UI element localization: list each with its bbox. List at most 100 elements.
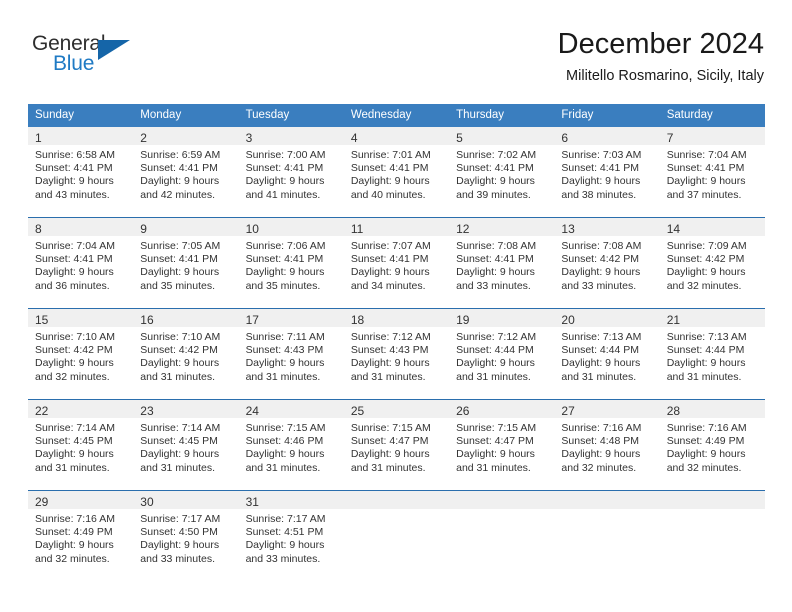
day-cell-inner: 8 Sunrise: 7:04 AM Sunset: 4:41 PM Daylight… bbox=[28, 218, 134, 302]
daylight-text-line2: and 31 minutes. bbox=[140, 370, 215, 383]
day-cell-inner: 6 Sunrise: 7:03 AM Sunset: 4:41 PM Daylight… bbox=[554, 127, 660, 211]
calendar-week-row: 22 Sunrise: 7:14 AM Sunset: 4:45 PM Dayligh… bbox=[28, 399, 765, 484]
day-cell-inner bbox=[554, 491, 660, 575]
calendar-day-cell[interactable]: 18 Sunrise: 7:12 AM Sunset: 4:43 PM Dayligh… bbox=[343, 308, 450, 393]
sunrise-text: Sunrise: 7:16 AM bbox=[666, 422, 747, 434]
day-details: Sunrise: 7:03 AM Sunset: 4:41 PM Daylight:… bbox=[554, 145, 659, 202]
day-cell-inner: 18 Sunrise: 7:12 AM Sunset: 4:43 PM Dayligh… bbox=[343, 309, 450, 393]
triangle-logo-icon bbox=[98, 40, 130, 60]
day-number: 14 bbox=[659, 218, 765, 236]
calendar-day-cell[interactable]: 14 Sunrise: 7:09 AM Sunset: 4:42 PM Dayligh… bbox=[659, 217, 765, 302]
daylight-text-line2: and 31 minutes. bbox=[350, 461, 426, 474]
day-cell-inner: 22 Sunrise: 7:14 AM Sunset: 4:45 PM Dayligh… bbox=[28, 400, 134, 484]
calendar-day-cell[interactable]: 26 Sunrise: 7:15 AM Sunset: 4:47 PM Dayligh… bbox=[449, 399, 555, 484]
calendar-day-cell[interactable]: 17 Sunrise: 7:11 AM Sunset: 4:43 PM Dayligh… bbox=[238, 308, 344, 393]
day-number: 3 bbox=[238, 127, 344, 145]
day-details: Sunrise: 7:02 AM Sunset: 4:41 PM Daylight:… bbox=[449, 145, 554, 202]
calendar-day-cell[interactable]: 13 Sunrise: 7:08 AM Sunset: 4:42 PM Dayligh… bbox=[554, 217, 660, 302]
calendar-day-cell[interactable]: 4 Sunrise: 7:01 AM Sunset: 4:41 PM Daylight… bbox=[343, 127, 450, 211]
day-number: 23 bbox=[133, 400, 239, 418]
sunset-text: Sunset: 4:47 PM bbox=[456, 435, 534, 448]
sunrise-text: Sunrise: 7:14 AM bbox=[140, 422, 221, 434]
weekday-header-monday: Monday bbox=[133, 104, 239, 127]
day-cell-inner: 7 Sunrise: 7:04 AM Sunset: 4:41 PM Daylight… bbox=[659, 127, 765, 211]
day-cell-inner: 2 Sunrise: 6:59 AM Sunset: 4:41 PM Daylight… bbox=[133, 127, 239, 211]
day-details: Sunrise: 7:17 AM Sunset: 4:51 PM Daylight:… bbox=[239, 509, 344, 566]
day-cell-inner: 29 Sunrise: 7:16 AM Sunset: 4:49 PM Dayligh… bbox=[28, 491, 134, 575]
day-details: Sunrise: 7:04 AM Sunset: 4:41 PM Daylight:… bbox=[660, 145, 765, 202]
daylight-text-line2: and 31 minutes. bbox=[456, 370, 531, 383]
daylight-text-line1: Daylight: 9 hours bbox=[140, 175, 220, 188]
calendar-day-cell[interactable]: 10 Sunrise: 7:06 AM Sunset: 4:41 PM Dayligh… bbox=[238, 217, 344, 302]
calendar-day-cell[interactable]: 24 Sunrise: 7:15 AM Sunset: 4:46 PM Dayligh… bbox=[238, 399, 344, 484]
calendar-day-cell[interactable]: 27 Sunrise: 7:16 AM Sunset: 4:48 PM Dayligh… bbox=[554, 399, 660, 484]
day-number: 26 bbox=[449, 400, 555, 418]
sunset-text: Sunset: 4:41 PM bbox=[245, 162, 324, 175]
sunset-text: Sunset: 4:41 PM bbox=[456, 253, 534, 266]
general-blue-logo[interactable]: General Blue bbox=[32, 32, 142, 84]
calendar-day-cell[interactable]: 5 Sunrise: 7:02 AM Sunset: 4:41 PM Daylight… bbox=[449, 127, 555, 211]
day-details: Sunrise: 7:08 AM Sunset: 4:42 PM Daylight:… bbox=[554, 236, 659, 293]
weekday-header-sunday: Sunday bbox=[28, 104, 134, 127]
calendar-day-cell[interactable]: 2 Sunrise: 6:59 AM Sunset: 4:41 PM Daylight… bbox=[133, 127, 239, 211]
calendar-day-cell[interactable]: 19 Sunrise: 7:12 AM Sunset: 4:44 PM Dayligh… bbox=[449, 308, 555, 393]
calendar-day-cell[interactable]: 7 Sunrise: 7:04 AM Sunset: 4:41 PM Daylight… bbox=[659, 127, 765, 211]
daylight-text-line1: Daylight: 9 hours bbox=[140, 266, 220, 279]
daylight-text-line2: and 32 minutes. bbox=[666, 279, 742, 292]
day-details: Sunrise: 7:14 AM Sunset: 4:45 PM Daylight:… bbox=[133, 418, 238, 475]
sunset-text: Sunset: 4:47 PM bbox=[350, 435, 429, 448]
sunset-text: Sunset: 4:51 PM bbox=[245, 526, 324, 539]
day-number bbox=[449, 491, 555, 509]
calendar-day-cell[interactable]: 30 Sunrise: 7:17 AM Sunset: 4:50 PM Dayligh… bbox=[133, 490, 239, 575]
day-number: 6 bbox=[554, 127, 660, 145]
calendar-day-cell[interactable]: 15 Sunrise: 7:10 AM Sunset: 4:42 PM Dayligh… bbox=[28, 308, 134, 393]
daylight-text-line2: and 33 minutes. bbox=[140, 552, 215, 565]
daylight-text-line2: and 32 minutes. bbox=[35, 370, 110, 383]
sunrise-text: Sunrise: 7:08 AM bbox=[456, 240, 537, 252]
calendar-day-cell[interactable]: 28 Sunrise: 7:16 AM Sunset: 4:49 PM Dayligh… bbox=[659, 399, 765, 484]
calendar-day-cell[interactable]: 20 Sunrise: 7:13 AM Sunset: 4:44 PM Dayligh… bbox=[554, 308, 660, 393]
calendar-day-cell[interactable]: 9 Sunrise: 7:05 AM Sunset: 4:41 PM Daylight… bbox=[133, 217, 239, 302]
day-cell-inner: 27 Sunrise: 7:16 AM Sunset: 4:48 PM Dayligh… bbox=[554, 400, 660, 484]
day-cell-inner: 25 Sunrise: 7:15 AM Sunset: 4:47 PM Dayligh… bbox=[343, 400, 450, 484]
daylight-text-line2: and 33 minutes. bbox=[456, 279, 531, 292]
day-number: 19 bbox=[449, 309, 555, 327]
calendar-day-cell[interactable]: 29 Sunrise: 7:16 AM Sunset: 4:49 PM Dayligh… bbox=[28, 490, 134, 575]
calendar-day-cell[interactable]: 22 Sunrise: 7:14 AM Sunset: 4:45 PM Dayligh… bbox=[28, 399, 134, 484]
day-cell-inner bbox=[659, 491, 765, 575]
day-number: 16 bbox=[133, 309, 239, 327]
daylight-text-line1: Daylight: 9 hours bbox=[666, 266, 746, 279]
sunset-text: Sunset: 4:43 PM bbox=[245, 344, 324, 357]
calendar-day-cell[interactable]: 25 Sunrise: 7:15 AM Sunset: 4:47 PM Dayligh… bbox=[343, 399, 450, 484]
daylight-text-line2: and 39 minutes. bbox=[456, 188, 531, 201]
day-cell-inner: 17 Sunrise: 7:11 AM Sunset: 4:43 PM Dayligh… bbox=[238, 309, 344, 393]
calendar-day-cell[interactable]: 31 Sunrise: 7:17 AM Sunset: 4:51 PM Dayligh… bbox=[238, 490, 344, 575]
day-number: 5 bbox=[449, 127, 555, 145]
calendar-day-cell[interactable]: 1 Sunrise: 6:58 AM Sunset: 4:41 PM Daylight… bbox=[28, 127, 134, 211]
calendar-day-cell[interactable]: 16 Sunrise: 7:10 AM Sunset: 4:42 PM Dayligh… bbox=[133, 308, 239, 393]
sunset-text: Sunset: 4:41 PM bbox=[140, 253, 218, 266]
sunset-text: Sunset: 4:45 PM bbox=[35, 435, 113, 448]
calendar-day-cell[interactable]: 3 Sunrise: 7:00 AM Sunset: 4:41 PM Daylight… bbox=[238, 127, 344, 211]
daylight-text-line1: Daylight: 9 hours bbox=[140, 539, 220, 552]
daylight-text-line1: Daylight: 9 hours bbox=[35, 175, 114, 188]
calendar-week-row: 8 Sunrise: 7:04 AM Sunset: 4:41 PM Daylight… bbox=[28, 217, 765, 302]
calendar-day-cell[interactable]: 8 Sunrise: 7:04 AM Sunset: 4:41 PM Daylight… bbox=[28, 217, 134, 302]
day-number: 24 bbox=[238, 400, 344, 418]
calendar-day-cell[interactable]: 23 Sunrise: 7:14 AM Sunset: 4:45 PM Dayligh… bbox=[133, 399, 239, 484]
day-cell-inner: 13 Sunrise: 7:08 AM Sunset: 4:42 PM Dayligh… bbox=[554, 218, 660, 302]
calendar-day-cell[interactable]: 11 Sunrise: 7:07 AM Sunset: 4:41 PM Dayligh… bbox=[343, 217, 450, 302]
day-details bbox=[554, 509, 659, 513]
sunset-text: Sunset: 4:49 PM bbox=[35, 526, 113, 539]
daylight-text-line1: Daylight: 9 hours bbox=[561, 357, 641, 370]
day-details: Sunrise: 6:58 AM Sunset: 4:41 PM Daylight:… bbox=[28, 145, 133, 202]
calendar-day-cell[interactable]: 21 Sunrise: 7:13 AM Sunset: 4:44 PM Dayligh… bbox=[659, 308, 765, 393]
daylight-text-line2: and 31 minutes. bbox=[350, 370, 426, 383]
sunrise-text: Sunrise: 7:05 AM bbox=[140, 240, 221, 252]
day-number: 30 bbox=[133, 491, 239, 509]
day-number: 31 bbox=[238, 491, 344, 509]
calendar-day-cell[interactable]: 6 Sunrise: 7:03 AM Sunset: 4:41 PM Daylight… bbox=[554, 127, 660, 211]
calendar-week-row: 1 Sunrise: 6:58 AM Sunset: 4:41 PM Daylight… bbox=[28, 127, 765, 211]
calendar-day-cell[interactable]: 12 Sunrise: 7:08 AM Sunset: 4:41 PM Dayligh… bbox=[449, 217, 555, 302]
sunrise-text: Sunrise: 7:12 AM bbox=[350, 331, 431, 343]
